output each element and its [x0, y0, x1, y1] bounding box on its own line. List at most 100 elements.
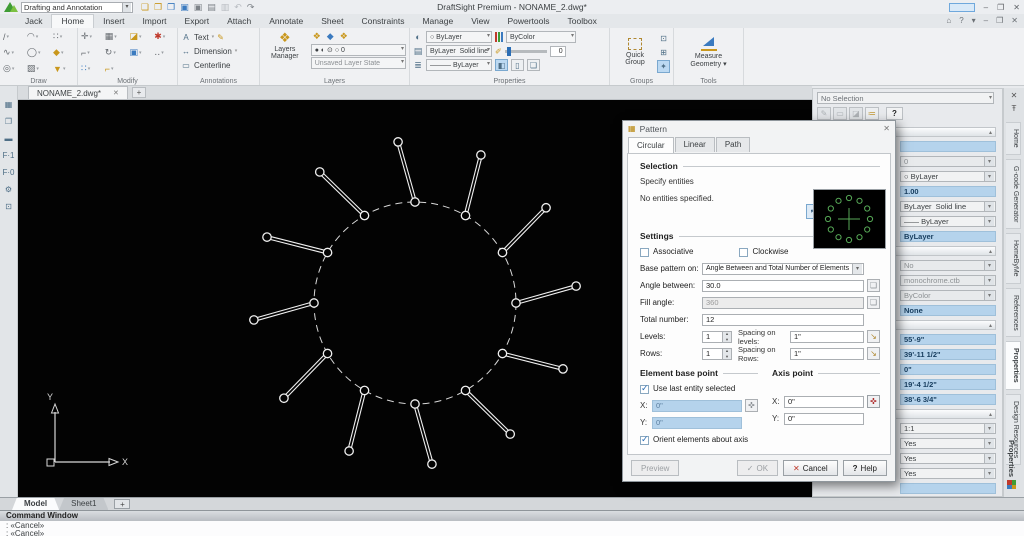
home-icon[interactable]: ⌂ [946, 16, 951, 25]
ribbon-tab[interactable]: Import [133, 15, 175, 28]
note-pencil-icon[interactable]: ✎ [217, 33, 224, 42]
side-tab[interactable]: Home [1006, 122, 1021, 155]
panel-close-icon[interactable]: ✕ [1011, 91, 1018, 100]
minimize-button[interactable]: – [984, 3, 988, 12]
property-field[interactable]: 55'-9" [900, 334, 996, 345]
property-field[interactable]: Yes [900, 468, 996, 479]
left-toolbar-icon[interactable]: ⊡ [5, 202, 12, 211]
transparency-slider[interactable] [505, 50, 547, 53]
left-toolbar-icon[interactable]: ▬ [5, 134, 13, 143]
spacing-rows-field[interactable]: 1" [790, 348, 864, 360]
left-toolbar-icon[interactable]: F·1 [3, 151, 15, 160]
levels-stepper[interactable]: 1 [702, 331, 732, 343]
layer-dropdown[interactable]: ● ◐ ⊙ ○ 0 [311, 44, 406, 56]
spacing-rows-pick-button[interactable]: ↘ [867, 347, 880, 360]
draw-tool-button[interactable]: ▨▾ [27, 63, 49, 74]
command-window[interactable]: : «Cancel»: «Cancel» [0, 521, 1024, 536]
left-toolbar-icon[interactable]: F·0 [3, 168, 15, 177]
property-field[interactable]: 1.00 [900, 186, 996, 197]
quick-access-icon[interactable]: ❐ [167, 2, 175, 13]
property-field[interactable] [900, 141, 996, 152]
axis-y-field[interactable]: 0" [784, 413, 864, 425]
match-properties-toggle[interactable]: ◧ [495, 59, 508, 71]
panel-pin-icon[interactable]: Ŧ [1012, 104, 1017, 113]
spacing-levels-field[interactable]: 1" [790, 331, 864, 343]
layer-freeze-icon[interactable]: ❖ [340, 31, 348, 42]
ribbon-tab[interactable]: Home [51, 14, 94, 28]
layers-manager-button[interactable]: ❖ Layers Manager [263, 30, 307, 74]
panel-tool-button[interactable]: ✎ [817, 107, 831, 120]
wand-icon[interactable]: ✐ [495, 47, 502, 56]
clockwise-checkbox[interactable] [739, 248, 748, 257]
ribbon-tab[interactable]: Insert [94, 15, 133, 28]
ribbon-tab[interactable]: Jack [16, 15, 51, 28]
ribbon-tab[interactable]: View [462, 15, 498, 28]
quick-group-button[interactable]: Quick Group [613, 30, 657, 74]
new-layer-icon[interactable]: ❖ [313, 31, 321, 42]
modify-tool-button[interactable]: ⌐▾ [81, 47, 101, 58]
draw-tool-button[interactable]: ◠▾ [27, 31, 49, 42]
tab-close-icon[interactable]: ✕ [113, 89, 119, 97]
ribbon-tab[interactable]: Attach [218, 15, 260, 28]
quick-access-icon[interactable]: ▣ [194, 2, 203, 13]
property-field[interactable]: —— ByLayer [900, 216, 996, 227]
draw-tool-button[interactable]: /▾ [3, 31, 23, 42]
dialog-tab[interactable]: Circular [628, 137, 674, 153]
ribbon-tab[interactable]: Constraints [352, 15, 413, 28]
draw-tool-button[interactable]: ◎▾ [3, 63, 23, 74]
dimension-tool-button[interactable]: ↔Dimension▾ [181, 44, 256, 58]
draw-tool-button[interactable]: ▼▾ [53, 63, 74, 74]
dialog-tab[interactable]: Path [716, 137, 750, 152]
doc-restore-button[interactable]: ❐ [996, 16, 1003, 25]
modify-tool-button[interactable]: ⌐▾ [105, 63, 126, 74]
rows-stepper[interactable]: 1 [702, 348, 732, 360]
associative-checkbox[interactable] [640, 248, 649, 257]
angle-between-field[interactable]: 30.0 [702, 280, 864, 292]
ribbon-options-icon[interactable]: ▾ [972, 16, 976, 25]
print-color-dropdown[interactable]: ByColor [506, 31, 576, 43]
linestyle-dropdown[interactable]: ByLayer Solid line [426, 45, 492, 57]
property-field[interactable]: No [900, 260, 996, 271]
draw-tool-button[interactable]: ∷▾ [53, 31, 74, 42]
group-toggle-icon[interactable]: ✦ [657, 60, 670, 73]
ribbon-tab[interactable]: Toolbox [559, 15, 606, 28]
modify-tool-button[interactable]: ▣▾ [130, 47, 151, 58]
lineweight-dropdown[interactable]: ——— ByLayer [426, 59, 492, 71]
base-pattern-dropdown[interactable]: Angle Between and Total Number of Elemen… [702, 263, 864, 275]
use-last-entity-checkbox[interactable] [640, 385, 649, 394]
orient-elements-checkbox[interactable] [640, 436, 649, 445]
property-field[interactable] [900, 483, 996, 494]
panel-tool-button[interactable]: ◪ [849, 107, 863, 120]
modify-tool-button[interactable]: ▦▾ [105, 31, 126, 42]
property-field[interactable]: ○ ByLayer [900, 171, 996, 182]
workspace-dropdown[interactable]: Drafting and Annotation ▾ [21, 2, 133, 13]
close-button[interactable]: ✕ [1013, 3, 1020, 12]
draw-tool-button[interactable]: ◆▾ [53, 47, 74, 58]
property-field[interactable]: 0" [900, 364, 996, 375]
panel-edit-button[interactable]: ≔ [865, 107, 879, 120]
modify-tool-button[interactable]: ✱▾ [154, 31, 174, 42]
property-field[interactable]: 0 [900, 156, 996, 167]
ribbon-tab[interactable]: Annotate [260, 15, 312, 28]
ungroup-icon[interactable]: ⊡ [657, 32, 670, 45]
properties-toggle-2[interactable]: ▯ [511, 59, 524, 71]
quick-access-icon[interactable]: ▥ [221, 2, 230, 13]
new-document-tab-button[interactable]: + [132, 87, 146, 98]
ribbon-tab[interactable]: Manage [413, 15, 462, 28]
property-field[interactable]: ByLayer Solid line [900, 201, 996, 212]
property-field[interactable]: Yes [900, 453, 996, 464]
angle-expression-button[interactable]: ❏ [867, 279, 880, 292]
quick-access-icon[interactable]: ↶ [234, 2, 242, 13]
property-field[interactable]: Yes [900, 438, 996, 449]
property-field[interactable]: 1:1 [900, 423, 996, 434]
dialog-title-bar[interactable]: ▦ Pattern ✕ [623, 121, 895, 136]
modify-tool-button[interactable]: ✛▾ [81, 31, 101, 42]
property-field[interactable]: 19'-4 1/2" [900, 379, 996, 390]
ribbon-tab[interactable]: Powertools [498, 15, 558, 28]
quick-access-icon[interactable]: ❏ [141, 2, 149, 13]
doc-minimize-button[interactable]: – [984, 16, 988, 25]
modify-tool-button[interactable]: ∷▾ [81, 63, 101, 74]
line-color-dropdown[interactable]: ○ ByLayer [426, 31, 492, 43]
titlebar-highlight-button[interactable] [949, 3, 975, 12]
restore-button[interactable]: ❐ [997, 3, 1004, 12]
